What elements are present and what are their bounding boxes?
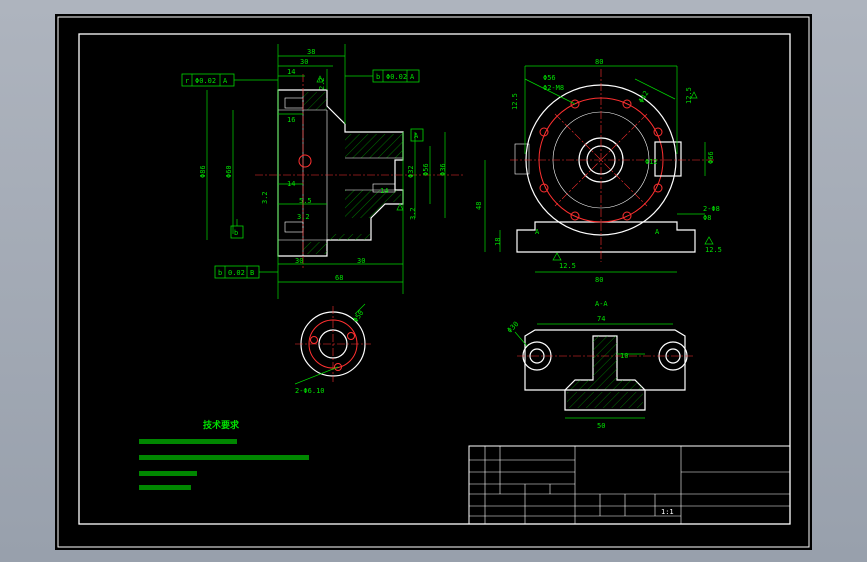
gdt-tm-symbol: b [376,73,380,81]
dim-14-r: 14 [380,187,388,195]
dim-phi56: Φ56 [422,163,430,176]
roughness-3-2-m: 3.2 [297,213,310,221]
gdt-top-left: r Φ0.02 A [181,73,278,87]
right-view-dimensions: 80 Φ56 12.5 Φ2-M8 Φ42 12.5 Φ66 Φ12 48 18… [475,58,722,284]
gdt-tl-tol: Φ0.02 [195,77,216,85]
dim-phi50: Φ50 [352,309,366,324]
dim-phi56-r: Φ56 [543,74,556,82]
tech-heading: 技术要求 [203,419,240,431]
dim-2-m8: Φ2-M8 [543,84,564,92]
cad-viewport[interactable]: 38 30 14 16 14 5.5 30 30 68 Φ86 Φ60 Φ32 … [55,14,812,550]
flange-view: Φ50 2-Φ6.10 [294,303,371,395]
drawing-canvas: 38 30 14 16 14 5.5 30 30 68 Φ86 Φ60 Φ32 … [57,16,810,548]
dim-68: 68 [335,274,343,282]
dim-30-bot-l: 30 [295,257,303,265]
gdt-tm-datum: A [410,73,415,81]
dim-74: 74 [597,315,605,323]
note-1-illegible [139,439,237,444]
dim-phi8: Φ8 [703,214,711,222]
section-label: A-A [595,300,608,308]
note-3-illegible [139,471,197,476]
roughness-3-2-l: 3.2 [261,191,269,204]
roughness-3-2-r: 3.2 [409,207,417,220]
datum-a-label: A [414,132,419,140]
roughness-12-5-b: 12.5 [559,262,576,270]
note-4-illegible [139,485,191,490]
dim-50: 50 [597,422,605,430]
dim-phi32: Φ32 [407,165,415,178]
dim-80-top: 80 [595,58,603,66]
gdt-bottom: b 0.02 B [214,265,278,279]
dim-phi86: Φ86 [199,165,207,178]
dim-14-mid: 14 [287,180,295,188]
section-a-a-view: A-A 74 10 50 Φ30 [506,300,695,430]
gdt-b-symbol: b [218,269,222,277]
gdt-b-datum: B [250,269,254,277]
dim-phi30: Φ30 [506,320,521,335]
dim-phi12: Φ12 [645,158,658,166]
dim-2-phi6: 2-Φ6.10 [295,387,325,395]
gdt-datum-a: A [410,128,424,142]
dim-10: 10 [620,352,628,360]
dim-30-bot-r: 30 [357,257,365,265]
gdt-tm-tol: Φ0.02 [386,73,407,81]
datum-b-label: b [234,229,238,237]
dim-14-top: 14 [287,68,295,76]
dim-phi36: Φ36 [439,163,447,176]
dim-16: 16 [287,116,295,124]
dim-phi66: Φ66 [707,151,715,164]
gdt-tl-symbol: r [185,77,189,85]
roughness-12-5-br: 12.5 [705,246,722,254]
tech-requirements: 技术要求 [139,419,309,490]
roughness-12-5-r: 12.5 [685,87,693,104]
dim-5-5: 5.5 [299,197,312,205]
dim-2-phi8: 2-Φ8 [703,205,720,213]
left-section-view [255,74,465,269]
section-mark-a-left: A [535,228,540,236]
gdt-top-mid: b Φ0.02 A [345,69,420,83]
section-mark-a-right: A [655,228,660,236]
gdt-b-tol: 0.02 [228,269,245,277]
inner-frame [78,33,791,525]
dim-18: 18 [494,238,502,246]
note-2-illegible [139,455,309,460]
scale-value: 1:1 [661,508,674,516]
dim-80-bot: 80 [595,276,603,284]
title-block: 1:1 [468,445,791,525]
dim-phi60: Φ60 [225,165,233,178]
dim-38: 38 [307,48,315,56]
gdt-tl-datum: A [223,77,228,85]
dim-30-top: 30 [300,58,308,66]
dim-48: 48 [475,202,483,210]
roughness-12-5-l: 12.5 [511,93,519,110]
